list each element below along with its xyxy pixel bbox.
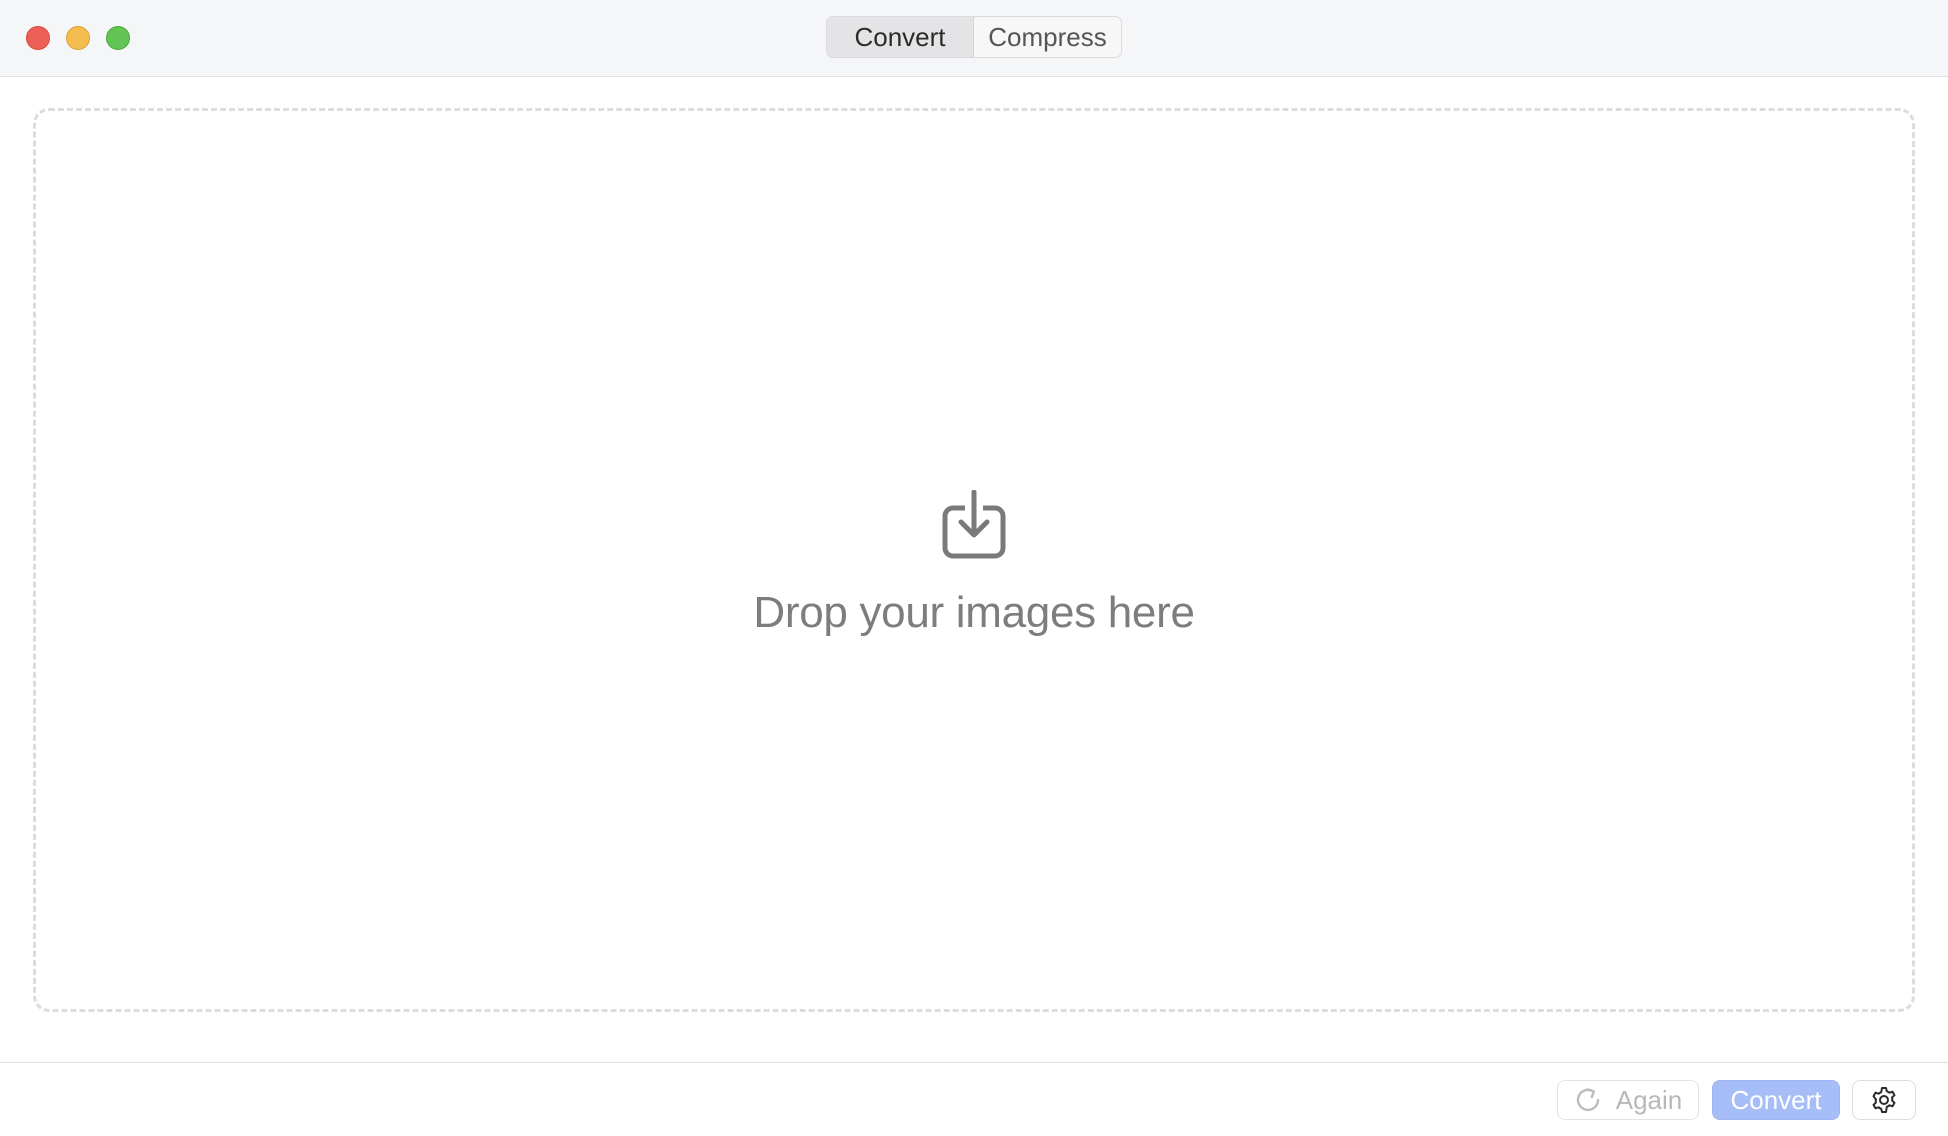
title-bar: Convert Compress [0,0,1948,77]
tab-convert[interactable]: Convert [827,17,974,57]
convert-button-label: Convert [1730,1084,1822,1115]
image-drop-zone[interactable] [33,108,1915,1012]
refresh-icon [1576,1088,1599,1112]
tab-compress[interactable]: Compress [974,17,1121,57]
drop-instructions: Drop your images here [753,588,1195,637]
app-window: Convert Compress Drop your images here A… [0,0,1948,1136]
bottom-toolbar: Again Convert [0,1062,1948,1136]
tray-arrow-down-icon [942,490,1006,559]
close-window-button[interactable] [26,26,50,50]
again-button[interactable]: Again [1557,1080,1699,1120]
again-button-label: Again [1615,1084,1683,1115]
gear-icon [1872,1087,1896,1113]
convert-button[interactable]: Convert [1712,1080,1840,1120]
minimize-window-button[interactable] [66,26,90,50]
maximize-window-button[interactable] [106,26,130,50]
mode-segmented-control: Convert Compress [826,16,1122,58]
settings-button[interactable] [1852,1080,1916,1120]
